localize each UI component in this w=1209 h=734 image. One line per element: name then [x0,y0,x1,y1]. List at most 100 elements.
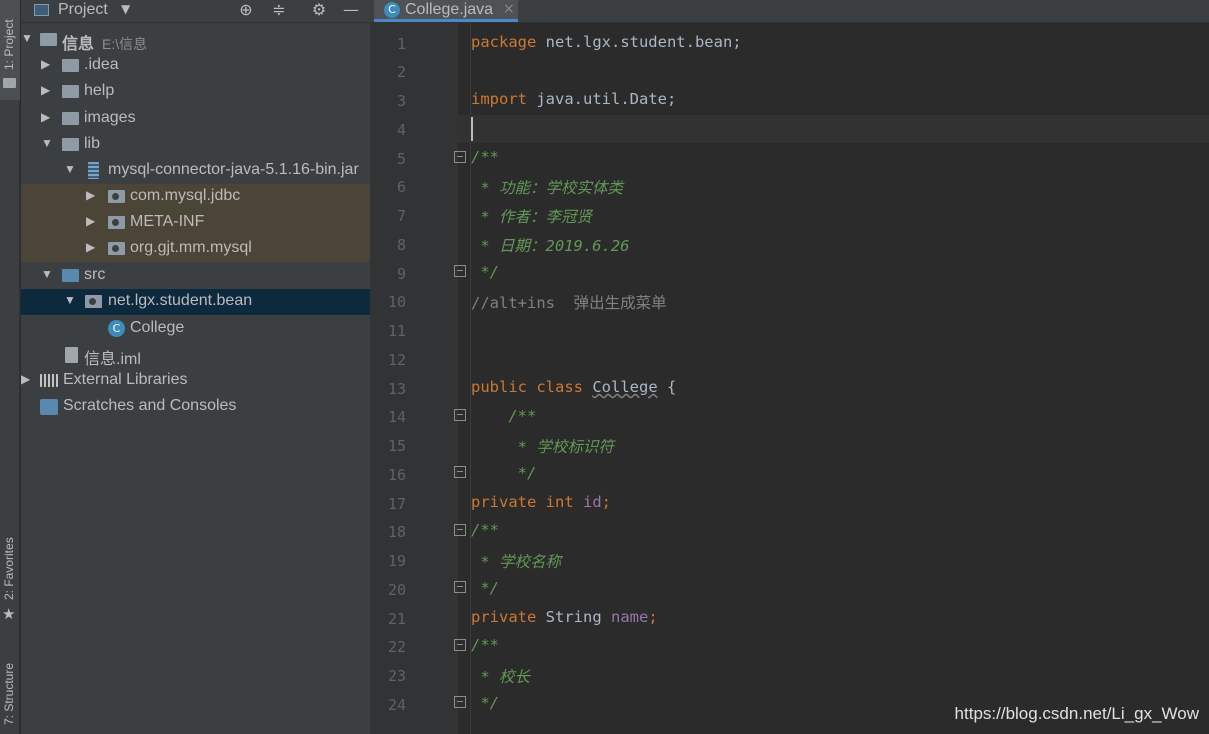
tree-item-iml[interactable]: 信息.iml [21,342,370,368]
chevron-down-icon[interactable]: ▼ [64,293,76,307]
tree-item-help[interactable]: ▶ help [21,79,370,105]
chevron-down-icon[interactable]: ▼ [41,267,53,281]
package-icon [108,242,125,255]
chevron-right-icon[interactable]: ▶ [41,57,50,71]
tree-item-jar[interactable]: ▼ mysql-connector-java-5.1.16-bin.jar [21,158,370,184]
structure-tool-tab-label: 7: Structure [2,662,16,725]
code-editor[interactable]: package net.lgx.student.bean; import jav… [458,23,1209,734]
collapse-all-icon[interactable]: ≑ [269,0,289,19]
locate-icon[interactable]: ⊕ [236,0,256,19]
package-icon [108,190,125,203]
class-icon: C [108,320,125,337]
star-icon: ★ [2,605,16,623]
tree-item-src[interactable]: ▼ src [21,263,370,289]
editor-tab-bar: C College.java × [370,0,1209,23]
tree-item-label: 信息.iml [84,351,141,368]
fold-collapse-icon[interactable] [454,581,466,593]
keyword: public class [471,378,583,396]
libraries-icon [40,374,58,387]
tree-item-label: images [84,109,136,126]
line-number: 2 [396,63,406,81]
tree-label-wrap: 信息 E:\信息 [62,30,147,54]
keyword: private int [471,493,574,511]
tree-item-com-mysql-jdbc[interactable]: ▶ com.mysql.jdbc [21,184,370,210]
tree-item-images[interactable]: ▶ images [21,106,370,132]
tree-item-label: help [84,82,115,99]
chevron-right-icon[interactable]: ▶ [41,110,50,124]
code-text: java.util.Date; [527,90,677,108]
fold-collapse-icon[interactable] [454,524,466,536]
gear-icon[interactable]: ⚙ [309,0,329,19]
fold-collapse-icon[interactable] [454,265,466,277]
line-number: 15 [387,437,406,455]
folder-icon [62,85,79,98]
fold-collapse-icon[interactable] [454,409,466,421]
chevron-down-icon[interactable]: ▼ [21,31,33,45]
keyword: import [471,90,527,108]
chevron-right-icon[interactable]: ▶ [86,214,95,228]
code-text: { [657,378,677,396]
code-text: net.lgx.student.bean; [536,33,742,51]
tree-item-label: net.lgx.student.bean [108,292,253,309]
line-number: 3 [396,92,406,110]
folder-icon [62,112,79,125]
project-tool-tab-label: 1: Project [2,19,16,70]
code-line-17: private int id; [471,493,611,511]
field-name: id [583,493,602,511]
code-line-19: * 学校名称 [471,553,561,571]
line-number: 6 [396,178,406,196]
minimize-icon[interactable]: — [341,0,361,19]
project-panel-header: Project ▼ ⊕ ≑ ⚙ — [21,0,370,23]
tree-item-college[interactable]: C College [21,316,370,342]
code-line-24: */ [471,694,499,712]
tab-college-java[interactable]: C College.java × [374,0,518,22]
code-punct: ; [648,608,658,626]
close-icon[interactable]: × [503,1,515,17]
chevron-down-icon[interactable]: ▼ [121,2,130,16]
tab-label: College.java [405,1,494,18]
chevron-right-icon[interactable]: ▶ [86,188,95,202]
code-punct: ; [601,493,612,511]
watermark: https://blog.csdn.net/Li_gx_Wow [954,704,1199,723]
tree-item-lib[interactable]: ▼ lib [21,132,370,158]
jar-icon [88,162,99,179]
tree-item-label: .idea [84,56,119,73]
module-file-icon [65,347,78,363]
code-line-1: package net.lgx.student.bean; [471,33,742,51]
keyword: private [471,608,537,626]
tree-item-label: lib [84,135,101,152]
tree-item-label: 信息 [62,36,95,53]
fold-collapse-icon[interactable] [454,466,466,478]
tree-item-meta-inf[interactable]: ▶ META-INF [21,210,370,236]
project-tool-tab[interactable]: 1: Project [0,0,20,100]
chevron-right-icon[interactable]: ▶ [21,372,30,386]
chevron-right-icon[interactable]: ▶ [86,240,95,254]
code-line-21: private String name; [471,608,658,626]
tree-item-external-libraries[interactable]: ▶ External Libraries [21,368,370,394]
tree-item-root[interactable]: ▼ 信息 E:\信息 [21,27,370,53]
fold-collapse-icon[interactable] [454,151,466,163]
keyword: package [471,33,537,51]
scratches-icon [40,399,58,415]
class-name: College [592,378,658,396]
package-icon [108,216,125,229]
structure-tool-tab[interactable]: 7: Structure [0,645,20,734]
fold-collapse-icon[interactable] [454,639,466,651]
fold-collapse-icon[interactable] [454,696,466,708]
field-name: name [610,608,649,626]
chevron-right-icon[interactable]: ▶ [41,83,50,97]
tree-item-scratches[interactable]: Scratches and Consoles [21,394,370,420]
source-folder-icon [62,269,79,282]
tree-item-package-bean[interactable]: ▼ net.lgx.student.bean [21,289,370,315]
tree-item-label: Scratches and Consoles [63,397,237,414]
type-name: String [536,608,611,626]
line-number: 10 [387,293,406,311]
project-view-title[interactable]: Project [58,1,108,19]
favorites-tool-tab[interactable]: 2: Favorites ★ [0,525,20,625]
tree-item-idea[interactable]: ▶ .idea [21,53,370,79]
chevron-down-icon[interactable]: ▼ [41,136,53,150]
code-line-9: */ [471,263,499,281]
tree-item-path: E:\信息 [102,36,148,52]
tree-item-org-gjt-mm-mysql[interactable]: ▶ org.gjt.mm.mysql [21,236,370,262]
chevron-down-icon[interactable]: ▼ [64,162,76,176]
